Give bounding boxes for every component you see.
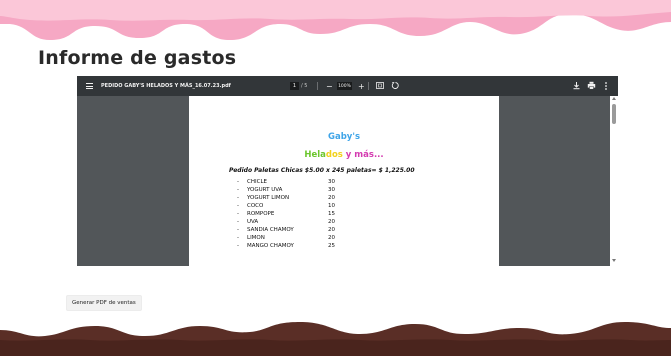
flavor-name: MANGO CHAMOY (247, 243, 294, 249)
flavor-row: - UVA 20 (237, 219, 348, 227)
menu-icon[interactable] (84, 81, 94, 91)
flavor-name: CHICLE (247, 179, 267, 185)
flavor-bullet: - (237, 179, 239, 185)
flavor-row: - CHICLE 30 (237, 179, 348, 187)
pdf-viewer[interactable]: PEDIDO GABY'S HELADOS Y MÁS_16.07.23.pdf… (77, 76, 618, 266)
scroll-down-arrow-icon[interactable] (612, 259, 616, 262)
rotate-icon[interactable] (391, 81, 400, 90)
zoom-in-button[interactable]: + (358, 76, 365, 96)
flavor-name: UVA (247, 219, 259, 225)
flavor-quantity: 30 (328, 187, 335, 193)
print-icon[interactable] (587, 81, 596, 90)
flavor-quantity: 20 (328, 227, 335, 233)
brand-name: Gaby's (189, 132, 499, 142)
flavor-row: - MANGO CHAMOY 25 (237, 243, 348, 251)
page-number-input[interactable]: 1 (290, 82, 299, 90)
flavor-row: - COCO 10 (237, 203, 348, 211)
flavor-quantity: 20 (328, 219, 335, 225)
flavor-quantity: 20 (328, 235, 335, 241)
download-icon[interactable] (572, 81, 581, 90)
pdf-toolbar: PEDIDO GABY'S HELADOS Y MÁS_16.07.23.pdf… (77, 76, 618, 96)
toolbar-divider (317, 82, 318, 90)
flavor-row: - ROMPOPE 15 (237, 211, 348, 219)
flavor-row: - SANDIA CHAMOY 20 (237, 227, 348, 235)
pdf-scrollbar[interactable] (610, 96, 618, 266)
flavor-quantity: 25 (328, 243, 335, 249)
flavor-bullet: - (237, 235, 239, 241)
flavor-bullet: - (237, 227, 239, 233)
flavor-name: LIMON (247, 235, 265, 241)
brand-name-text: Gaby's (328, 132, 360, 142)
flavor-name: ROMPOPE (247, 211, 275, 217)
flavor-bullet: - (237, 243, 239, 249)
flavor-name: YOGURT LIMON (247, 195, 290, 201)
flavor-row: - YOGURT LIMON 20 (237, 195, 348, 203)
brand-tagline-part2: dos (325, 150, 343, 160)
brand-tagline-part3: y más... (342, 150, 384, 160)
flavor-quantity: 15 (328, 211, 335, 217)
flavor-quantity: 30 (328, 179, 335, 185)
fit-page-icon[interactable] (376, 82, 384, 89)
pdf-file-name: PEDIDO GABY'S HELADOS Y MÁS_16.07.23.pdf (101, 83, 231, 89)
brand-tagline: Helados y más... (189, 150, 499, 160)
scroll-thumb[interactable] (612, 104, 616, 124)
flavor-bullet: - (237, 219, 239, 225)
pdf-page: Gaby's Helados y más... Pedido Paletas C… (189, 96, 499, 266)
flavor-bullet: - (237, 211, 239, 217)
pink-drip-decoration (0, 0, 671, 40)
toolbar-divider (368, 82, 369, 90)
flavor-quantity: 10 (328, 203, 335, 209)
zoom-out-button[interactable]: − (326, 76, 333, 96)
flavor-quantity: 20 (328, 195, 335, 201)
scroll-up-arrow-icon[interactable] (612, 97, 616, 100)
zoom-level-input[interactable]: 100% (337, 82, 352, 90)
order-title: Pedido Paletas Chicas $5.00 x 245 paleta… (229, 167, 415, 174)
chocolate-drip-decoration (0, 322, 671, 356)
more-options-icon[interactable] (604, 81, 608, 91)
brand-tagline-part1: Hela (304, 150, 326, 160)
flavor-bullet: - (237, 195, 239, 201)
flavor-bullet: - (237, 203, 239, 209)
flavor-name: SANDIA CHAMOY (247, 227, 294, 233)
flavor-name: YOGURT UVA (247, 187, 283, 193)
flavor-bullet: - (237, 187, 239, 193)
generate-pdf-button[interactable]: Generar PDF de ventas (66, 295, 142, 311)
flavor-row: - LIMON 20 (237, 235, 348, 243)
flavor-name: COCO (247, 203, 264, 209)
page-title: Informe de gastos (38, 47, 237, 69)
page-count: / 5 (301, 83, 308, 89)
flavor-row: - YOGURT UVA 30 (237, 187, 348, 195)
